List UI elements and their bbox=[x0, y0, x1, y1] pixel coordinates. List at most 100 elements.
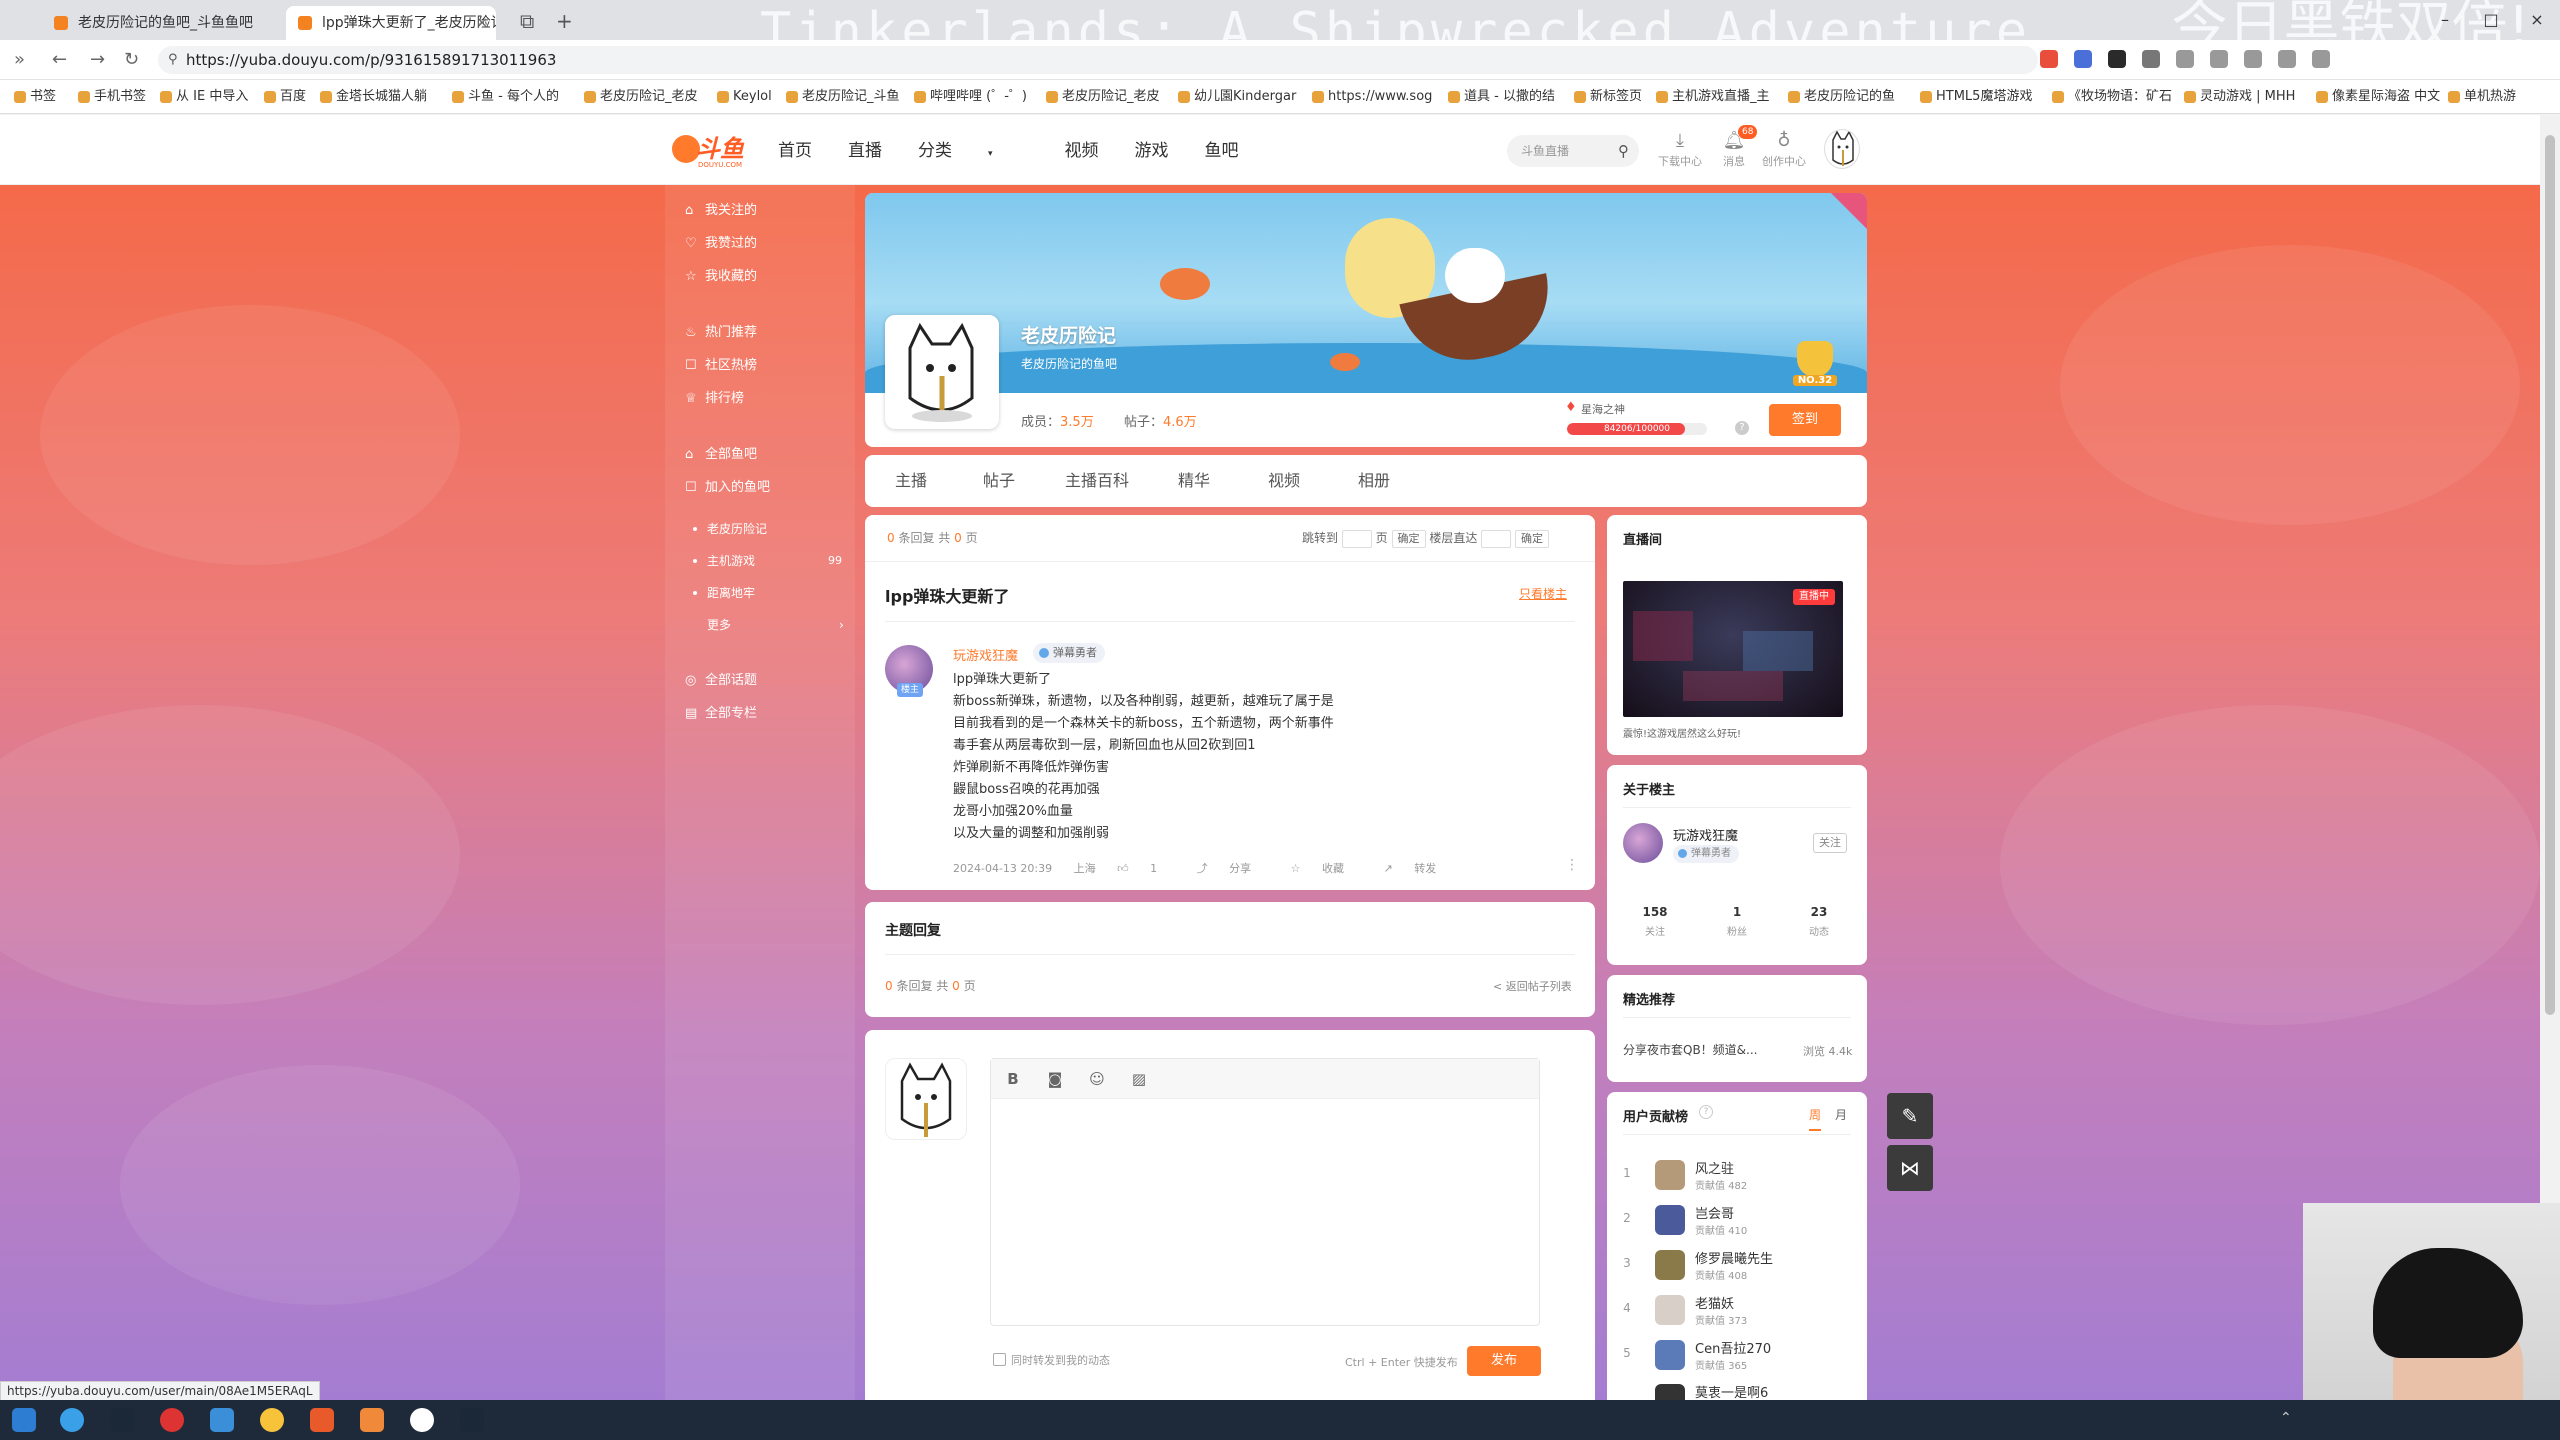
emoji-icon[interactable]: ☺ bbox=[1087, 1069, 1107, 1089]
back-to-list-link[interactable]: < 返回帖子列表 bbox=[1493, 978, 1572, 994]
featured-item[interactable]: 分享夜市套QB！频道&... bbox=[1623, 1041, 1757, 1058]
share-button[interactable]: ⤴ 分享 bbox=[1197, 862, 1270, 875]
app-icon[interactable] bbox=[310, 1408, 334, 1432]
user-avatar[interactable] bbox=[1824, 129, 1860, 169]
jump-page-input[interactable] bbox=[1341, 529, 1372, 548]
floor-confirm-button[interactable]: 确定 bbox=[1515, 529, 1550, 548]
bookmark-item[interactable]: 像素星际海盗 中文 bbox=[2314, 80, 2440, 113]
extension-icon[interactable] bbox=[2074, 50, 2092, 68]
contribution-row[interactable]: 3 修罗晨曦先生 贡献值 408 bbox=[1621, 1246, 1851, 1286]
help-icon[interactable]: ? bbox=[1735, 421, 1749, 435]
sidebar-item-all-topics[interactable]: ◎ 全部话题 bbox=[685, 670, 757, 692]
favorite-button[interactable]: ☆ 收藏 bbox=[1291, 862, 1362, 875]
bookmark-item[interactable]: 新标签页 bbox=[1572, 80, 1642, 113]
steam-icon[interactable] bbox=[460, 1408, 484, 1432]
camera-icon[interactable]: ◙ bbox=[1045, 1069, 1065, 1089]
extension-icon[interactable] bbox=[2108, 50, 2126, 68]
sign-in-button[interactable]: 签到 bbox=[1769, 404, 1841, 436]
nav-home[interactable]: 首页 bbox=[778, 137, 812, 168]
bookmark-item[interactable]: 老皮历险记的鱼 bbox=[1786, 80, 1895, 113]
bookmark-item[interactable]: 道具 - 以撒的结 bbox=[1446, 80, 1555, 113]
bookmark-item[interactable]: 哔哩哔哩 (゜-゜) bbox=[912, 80, 1027, 113]
anchor-name[interactable]: 玩游戏狂魔 bbox=[1673, 825, 1738, 844]
bookmark-item[interactable]: https://www.sog bbox=[1310, 80, 1432, 113]
nav-category[interactable]: 分类 ▾ bbox=[918, 137, 1029, 168]
app-icon[interactable] bbox=[260, 1408, 284, 1432]
share-icon[interactable]: ⋈ bbox=[1887, 1145, 1933, 1191]
sync-to-feed-checkbox[interactable]: 同时转发到我的动态 bbox=[993, 1352, 1110, 1368]
tab-featured[interactable]: 精华 bbox=[1178, 469, 1210, 493]
tray-chevron-icon[interactable]: ⌃ bbox=[2280, 1410, 2292, 1426]
extension-icon[interactable] bbox=[2142, 50, 2160, 68]
close-tab-icon[interactable]: × bbox=[476, 6, 488, 40]
contribution-row[interactable]: 5 Cen吾拉270 贡献值 365 bbox=[1621, 1336, 1851, 1376]
extension-icon[interactable] bbox=[2040, 50, 2058, 68]
app-icon[interactable] bbox=[360, 1408, 384, 1432]
reload-icon[interactable]: ↻ bbox=[124, 48, 139, 72]
app-icon[interactable] bbox=[160, 1408, 184, 1432]
sidebar-item-ranking[interactable]: ♕ 排行榜 bbox=[685, 388, 744, 410]
tab-posts[interactable]: 帖子 bbox=[983, 469, 1015, 493]
help-icon[interactable]: ? bbox=[1699, 1105, 1713, 1119]
app-icon[interactable] bbox=[410, 1408, 434, 1432]
bookmark-item[interactable]: 老皮历险记_斗鱼 bbox=[784, 80, 900, 113]
sidebar-item-community-hot[interactable]: ☐ 社区热榜 bbox=[685, 355, 757, 377]
browser-tab-2[interactable]: lpp弹珠大更新了_老皮历险记 × bbox=[286, 6, 496, 40]
anchor-avatar[interactable] bbox=[1623, 823, 1663, 863]
minimize-icon[interactable]: – bbox=[2422, 0, 2468, 40]
tab-video[interactable]: 视频 bbox=[1268, 469, 1300, 493]
new-tab-icon[interactable]: + bbox=[556, 8, 573, 34]
star-icon[interactable] bbox=[2244, 50, 2262, 68]
sidebar-toggle-icon[interactable]: » bbox=[14, 48, 25, 72]
sidebar-bar-dungeon[interactable]: 距离地牢 bbox=[687, 583, 755, 603]
nav-video[interactable]: 视频 bbox=[1065, 137, 1099, 168]
app-icon[interactable] bbox=[60, 1408, 84, 1432]
stat-fans[interactable]: 1 粉丝 bbox=[1707, 905, 1767, 938]
floor-input[interactable] bbox=[1481, 529, 1512, 548]
live-caption[interactable]: 震惊!这游戏居然这么好玩! bbox=[1623, 725, 1741, 740]
close-window-icon[interactable]: × bbox=[2514, 0, 2560, 40]
bookmark-item[interactable]: 书签 bbox=[12, 80, 56, 113]
bookmark-item[interactable]: 斗鱼 - 每个人的 bbox=[450, 80, 559, 113]
like-button[interactable]: 👍︎ 1 bbox=[1117, 862, 1175, 875]
publish-button[interactable]: 发布 bbox=[1467, 1346, 1541, 1376]
sidebar-item-liked[interactable]: ♡ 我赞过的 bbox=[685, 233, 757, 255]
history-icon[interactable] bbox=[2176, 50, 2194, 68]
bookmark-item[interactable]: Keylol bbox=[715, 80, 772, 113]
chevron-right-icon[interactable]: › bbox=[839, 615, 844, 635]
period-month-tab[interactable]: 月 bbox=[1835, 1106, 1847, 1123]
menu-icon[interactable] bbox=[2312, 50, 2330, 68]
bookmark-item[interactable]: 金塔长城猫人躺 bbox=[318, 80, 427, 113]
douyu-logo[interactable]: 斗鱼 DOUYU.COM bbox=[672, 131, 748, 169]
tab-list-icon[interactable]: ⧉ bbox=[520, 8, 534, 34]
sidebar-item-joined-bars[interactable]: ☐ 加入的鱼吧 bbox=[685, 477, 770, 499]
contribution-row[interactable]: 2 岂会哥 贡献值 410 bbox=[1621, 1201, 1851, 1241]
bookmark-item[interactable]: 从 IE 中导入 bbox=[158, 80, 248, 113]
forward-button[interactable]: ↗ 转发 bbox=[1384, 862, 1455, 875]
site-search-input[interactable]: 斗鱼直播 ⚲ bbox=[1507, 135, 1639, 167]
follow-button[interactable]: 关注 bbox=[1813, 833, 1847, 853]
creator-center[interactable]: ♁ 创作中心 bbox=[1758, 129, 1810, 169]
bookmark-item[interactable]: 单机热游 bbox=[2446, 80, 2516, 113]
cut-icon[interactable] bbox=[2278, 50, 2296, 68]
bookmark-item[interactable]: 灵动游戏 | MHH bbox=[2182, 80, 2295, 113]
contribution-row[interactable]: 1 风之驻 贡献值 482 bbox=[1621, 1156, 1851, 1196]
browser-tab-1[interactable]: 老皮历险记的鱼吧_斗鱼鱼吧 bbox=[42, 6, 282, 40]
period-week-tab[interactable]: 周 bbox=[1809, 1106, 1822, 1131]
bookmark-item[interactable]: 手机书签 bbox=[76, 80, 146, 113]
browser-icon[interactable] bbox=[210, 1408, 234, 1432]
sidebar-bar-console[interactable]: 主机游戏 bbox=[687, 551, 755, 571]
bookmark-item[interactable]: 《牧场物语：矿石 bbox=[2050, 80, 2172, 113]
sidebar-item-following[interactable]: ⌂ 我关注的 bbox=[685, 200, 757, 222]
tab-wiki[interactable]: 主播百科 bbox=[1065, 469, 1129, 493]
sidebar-item-all-columns[interactable]: ▤ 全部专栏 bbox=[685, 703, 757, 725]
back-icon[interactable]: ← bbox=[52, 48, 67, 72]
bookmark-item[interactable]: 老皮历险记_老皮 bbox=[1044, 80, 1160, 113]
scrollbar-thumb[interactable] bbox=[2545, 135, 2555, 1015]
tab-album[interactable]: 相册 bbox=[1358, 469, 1390, 493]
download-center[interactable]: ⤓ 下载中心 bbox=[1654, 129, 1706, 169]
sidebar-more[interactable]: 更多 bbox=[707, 615, 731, 635]
bookmark-item[interactable]: 幼儿園Kindergar bbox=[1176, 80, 1296, 113]
bold-icon[interactable]: B bbox=[1003, 1069, 1023, 1089]
url-input[interactable]: ⚲ https://yuba.douyu.com/p/9316158917130… bbox=[158, 46, 2038, 74]
